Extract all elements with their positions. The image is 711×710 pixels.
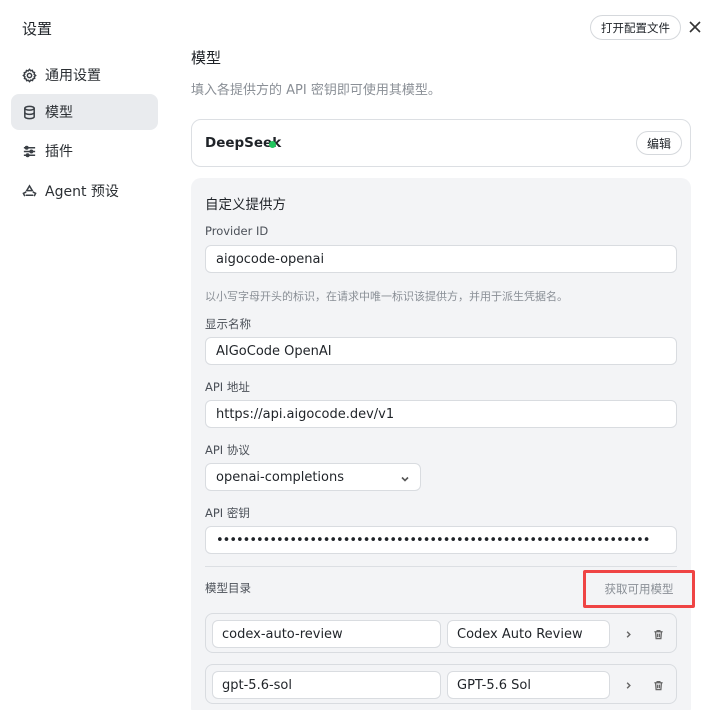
sidebar-item-agent-presets[interactable]: Agent 预设 bbox=[11, 173, 158, 209]
model-name-input[interactable]: GPT-5.6 Sol bbox=[447, 671, 610, 699]
sidebar-item-models[interactable]: 模型 bbox=[11, 94, 158, 130]
sidebar-item-general[interactable]: 通用设置 bbox=[11, 57, 158, 93]
display-name-input[interactable]: AIGoCode OpenAI bbox=[205, 337, 677, 365]
sidebar-item-label: 通用设置 bbox=[45, 68, 101, 84]
page-title: 模型 bbox=[191, 49, 222, 67]
divider bbox=[205, 566, 677, 567]
database-icon bbox=[21, 104, 37, 120]
close-icon[interactable] bbox=[686, 18, 704, 36]
sidebar-item-label: Agent 预设 bbox=[45, 184, 119, 200]
model-name-input[interactable]: Codex Auto Review bbox=[447, 620, 610, 648]
status-indicator bbox=[269, 141, 276, 148]
sidebar-item-label: 插件 bbox=[45, 144, 73, 160]
provider-id-hint: 以小写字母开头的标识，在请求中唯一标识该提供方，并用于派生凭据名。 bbox=[205, 290, 568, 303]
sliders-icon bbox=[21, 143, 37, 159]
chevron-right-icon[interactable] bbox=[620, 626, 636, 642]
api-url-input[interactable]: https://api.aigocode.dev/v1 bbox=[205, 400, 677, 428]
fetch-models-button[interactable]: 获取可用模型 bbox=[583, 570, 695, 608]
trash-icon[interactable] bbox=[650, 677, 666, 693]
recycle-icon bbox=[21, 183, 37, 199]
display-name-label: 显示名称 bbox=[205, 317, 251, 331]
api-key-label: API 密钥 bbox=[205, 506, 250, 520]
model-row: codex-auto-review Codex Auto Review bbox=[205, 613, 677, 653]
model-row: gpt-5.6-sol GPT-5.6 Sol bbox=[205, 664, 677, 704]
custom-provider-title: 自定义提供方 bbox=[205, 197, 286, 213]
sidebar-item-plugins[interactable]: 插件 bbox=[11, 133, 158, 169]
window-title: 设置 bbox=[22, 20, 53, 38]
provider-id-label: Provider ID bbox=[205, 224, 269, 238]
provider-card-deepseek: DeepSeek 编辑 bbox=[191, 119, 691, 167]
model-id-input[interactable]: gpt-5.6-sol bbox=[212, 671, 441, 699]
chevron-down-icon bbox=[400, 473, 410, 483]
edit-button[interactable]: 编辑 bbox=[636, 131, 683, 155]
api-key-input[interactable]: ••••••••••••••••••••••••••••••••••••••••… bbox=[205, 526, 677, 554]
gear-icon bbox=[21, 67, 37, 83]
api-protocol-label: API 协议 bbox=[205, 443, 250, 457]
sidebar-item-label: 模型 bbox=[45, 105, 73, 121]
api-url-label: API 地址 bbox=[205, 380, 250, 394]
model-catalog-label: 模型目录 bbox=[205, 581, 251, 595]
api-protocol-value: openai-completions bbox=[216, 469, 345, 485]
custom-provider-panel: 自定义提供方 Provider ID aigocode-openai 以小写字母… bbox=[191, 178, 695, 710]
model-id-input[interactable]: codex-auto-review bbox=[212, 620, 441, 648]
open-config-file-button[interactable]: 打开配置文件 bbox=[590, 15, 681, 40]
chevron-right-icon[interactable] bbox=[620, 677, 636, 693]
page-description: 填入各提供方的 API 密钥即可使用其模型。 bbox=[191, 83, 441, 98]
api-protocol-select[interactable]: openai-completions bbox=[205, 463, 421, 491]
provider-id-input[interactable]: aigocode-openai bbox=[205, 245, 677, 273]
trash-icon[interactable] bbox=[650, 626, 666, 642]
